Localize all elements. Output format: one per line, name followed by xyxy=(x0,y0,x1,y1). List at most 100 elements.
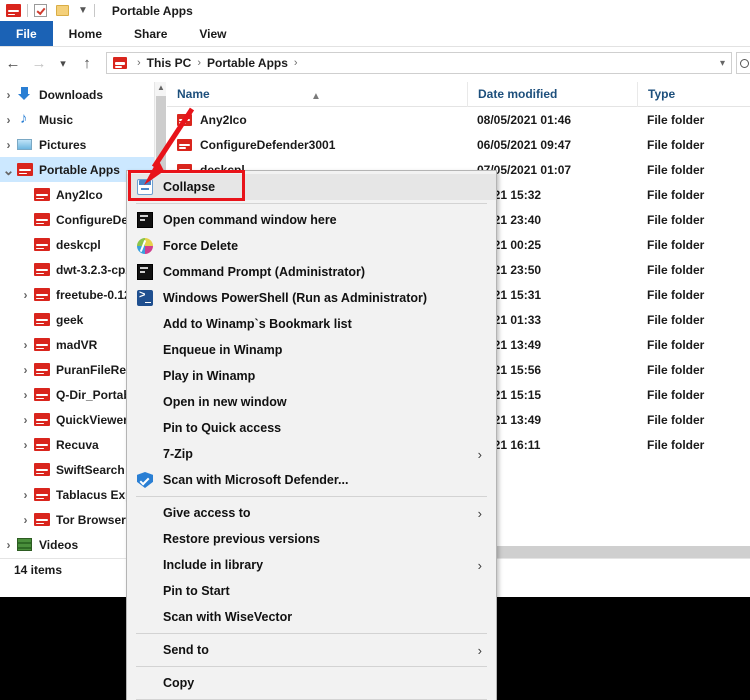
column-header-type[interactable]: Type xyxy=(637,81,750,107)
folder-red-icon xyxy=(34,237,50,252)
menu-separator xyxy=(136,496,487,497)
address-dropdown-chevron-down-icon[interactable]: ▾ xyxy=(712,58,725,69)
cell-type: File folder xyxy=(647,137,705,152)
chevron-right-icon[interactable]: › xyxy=(17,363,34,377)
chevron-right-icon[interactable]: › xyxy=(17,488,34,502)
column-header-date-modified[interactable]: Date modified xyxy=(467,81,637,107)
breadcrumb-this-pc[interactable]: This PC xyxy=(147,56,192,70)
folder-red-icon xyxy=(34,312,50,327)
sidebar-item-label: Q-Dir_Portabl xyxy=(56,387,135,402)
menu-separator xyxy=(136,666,487,667)
menu-item-pin-to-start[interactable]: Pin to Start xyxy=(127,578,496,604)
up-arrow-icon[interactable]: ↑ xyxy=(74,55,100,72)
cell-type: File folder xyxy=(647,287,705,302)
cell-name: Any2Ico xyxy=(167,113,467,127)
sidebar-item-label: geek xyxy=(56,312,84,327)
menu-item-copy[interactable]: Copy xyxy=(127,670,496,696)
menu-item-label: Collapse xyxy=(163,180,216,194)
breadcrumb-portable-apps[interactable]: Portable Apps xyxy=(207,56,288,70)
videos-icon xyxy=(17,537,33,552)
chevron-right-icon[interactable]: › xyxy=(17,338,34,352)
quick-access-check-icon[interactable] xyxy=(34,4,47,17)
cell-type: File folder xyxy=(647,237,705,252)
folder-red-icon xyxy=(34,337,50,352)
sidebar-item-label: deskcpl xyxy=(56,237,101,252)
force-delete-icon xyxy=(137,238,153,254)
folder-red-icon xyxy=(34,362,50,377)
menu-item-collapse[interactable]: Collapse xyxy=(127,174,496,200)
menu-separator xyxy=(136,633,487,634)
chevron-down-icon[interactable]: ⌄ xyxy=(0,163,17,177)
sidebar-item-music[interactable]: › Music xyxy=(0,107,154,132)
menu-item-open-in-new-window[interactable]: Open in new window xyxy=(127,389,496,415)
menu-item-force-delete[interactable]: Force Delete xyxy=(127,233,496,259)
recent-locations-chevron-down-icon[interactable]: ▾ xyxy=(52,57,74,70)
breadcrumb-separator: › xyxy=(137,57,141,69)
context-menu[interactable]: Collapse Open command window here Force De… xyxy=(126,170,497,700)
screenshot-root: ▼ Portable Apps File Home Share View ← →… xyxy=(0,0,750,700)
cell-type: File folder xyxy=(647,262,705,277)
column-header-name[interactable]: Name ▲ xyxy=(167,82,467,107)
table-row[interactable]: ConfigureDefender3001 06/05/2021 09:47 Fil… xyxy=(167,132,750,157)
menu-item-pin-to-quick-access[interactable]: Pin to Quick access xyxy=(127,415,496,441)
menu-item-label: Pin to Start xyxy=(163,584,230,598)
submenu-chevron-right-icon: › xyxy=(477,557,482,573)
folder-red-icon xyxy=(34,412,50,427)
chevron-right-icon[interactable]: › xyxy=(17,438,34,452)
powershell-icon xyxy=(137,289,153,306)
chevron-right-icon[interactable]: › xyxy=(0,88,17,102)
shield-icon xyxy=(127,472,163,488)
breadcrumb-separator: › xyxy=(293,57,298,69)
menu-item-include-in-library[interactable]: Include in library › xyxy=(127,552,496,578)
menu-item-label: Scan with WiseVector xyxy=(163,610,293,624)
menu-item-restore-previous-versions[interactable]: Restore previous versions xyxy=(127,526,496,552)
menu-item-command-prompt-administrator[interactable]: Command Prompt (Administrator) xyxy=(127,259,496,285)
window-title: Portable Apps xyxy=(111,3,193,18)
table-row[interactable]: Any2Ico 08/05/2021 01:46 File folder xyxy=(167,107,750,132)
sidebar-item-pictures[interactable]: › Pictures xyxy=(0,132,154,157)
menu-separator xyxy=(136,203,487,204)
chevron-right-icon[interactable]: › xyxy=(17,288,34,302)
folder-red-icon xyxy=(177,138,192,152)
menu-item-enqueue-in-winamp[interactable]: Enqueue in Winamp xyxy=(127,337,496,363)
tab-file[interactable]: File xyxy=(0,21,53,46)
address-input[interactable]: › This PC › Portable Apps › ▾ xyxy=(106,52,732,74)
folder-red-icon xyxy=(34,487,50,502)
search-input[interactable] xyxy=(736,52,750,74)
forward-arrow-icon[interactable]: → xyxy=(26,55,52,72)
chevron-right-icon[interactable]: › xyxy=(17,513,34,527)
sidebar-item-label: ConfigureDef xyxy=(56,212,132,227)
cell-date-modified: 06/05/2021 09:47 xyxy=(477,137,572,152)
tab-home[interactable]: Home xyxy=(53,21,118,46)
menu-item-play-in-winamp[interactable]: Play in Winamp xyxy=(127,363,496,389)
title-bar: ▼ Portable Apps xyxy=(0,0,750,21)
menu-item-open-command-window-here[interactable]: Open command window here xyxy=(127,207,496,233)
menu-item-label: 7-Zip xyxy=(163,447,193,461)
menu-item-7-zip[interactable]: 7-Zip › xyxy=(127,441,496,467)
folder-red-icon xyxy=(17,162,33,177)
menu-item-scan-with-wisevector[interactable]: Scan with WiseVector xyxy=(127,604,496,630)
menu-item-send-to[interactable]: Send to › xyxy=(127,637,496,663)
chevron-right-icon[interactable]: › xyxy=(0,538,17,552)
tab-share[interactable]: Share xyxy=(118,21,183,46)
menu-item-give-access-to[interactable]: Give access to › xyxy=(127,500,496,526)
tab-view[interactable]: View xyxy=(183,21,242,46)
chevron-right-icon[interactable]: › xyxy=(17,388,34,402)
search-icon xyxy=(740,58,749,68)
folder-red-icon xyxy=(34,462,50,477)
chevron-right-icon[interactable]: › xyxy=(17,413,34,427)
sidebar-item-downloads[interactable]: › Downloads xyxy=(0,82,154,107)
folder-red-icon xyxy=(6,3,21,18)
divider xyxy=(93,4,95,17)
menu-item-label: Add to Winamp`s Bookmark list xyxy=(163,317,352,331)
menu-item-windows-powershell-run-as-administrator[interactable]: Windows PowerShell (Run as Administrator… xyxy=(127,285,496,311)
menu-item-add-to-winamp-s-bookmark-list[interactable]: Add to Winamp`s Bookmark list xyxy=(127,311,496,337)
back-arrow-icon[interactable]: ← xyxy=(0,55,26,72)
menu-item-scan-with-microsoft-defender[interactable]: Scan with Microsoft Defender... xyxy=(127,467,496,493)
quick-access-folder-icon[interactable] xyxy=(56,5,69,16)
chevron-right-icon[interactable]: › xyxy=(0,138,17,152)
quick-access-caret-icon[interactable]: ▼ xyxy=(78,5,88,16)
column-headers: Name ▲ Date modified Type xyxy=(167,81,750,107)
chevron-right-icon[interactable]: › xyxy=(0,113,17,127)
scroll-up-icon[interactable]: ▲ xyxy=(155,82,167,94)
